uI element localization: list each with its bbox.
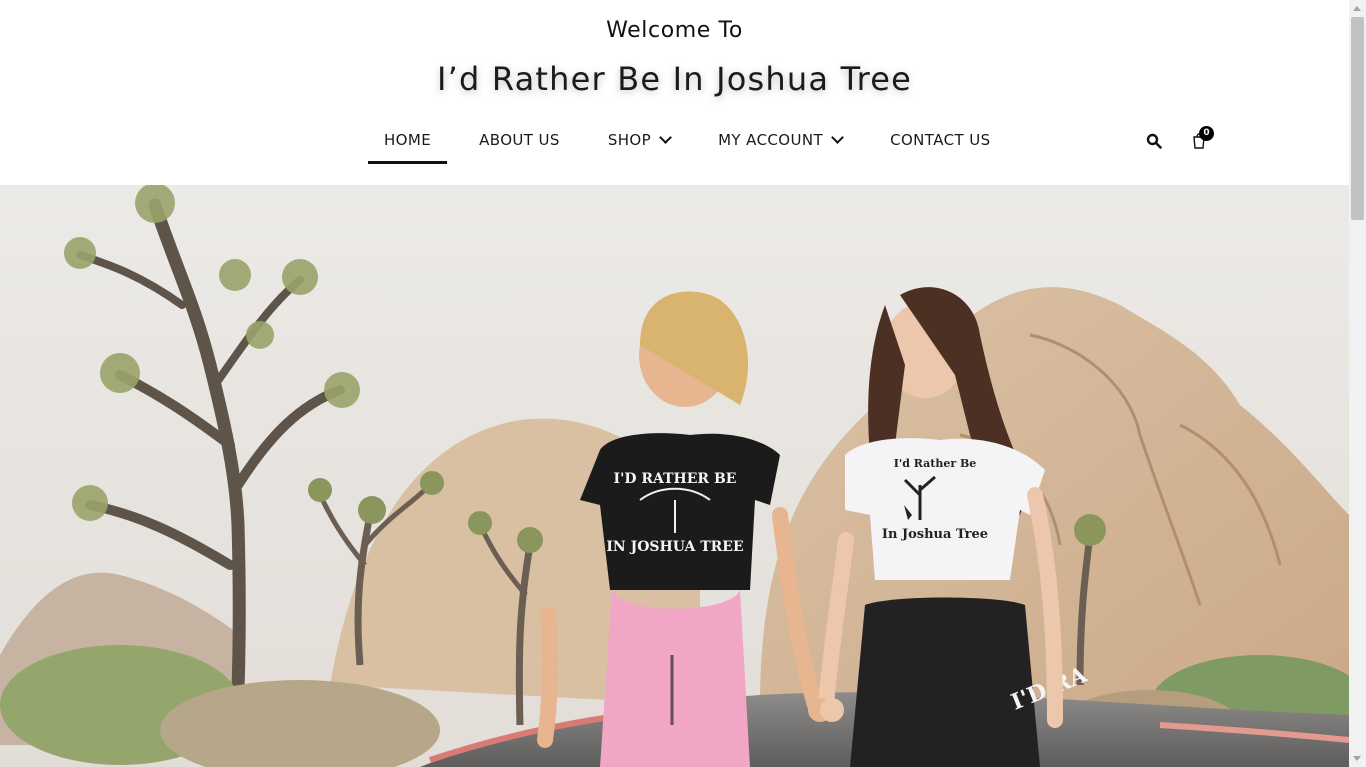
nav-item-contact-us-label: CONTACT US xyxy=(890,131,991,149)
welcome-text: Welcome To xyxy=(606,18,743,43)
nav-item-about-us-label: ABOUT US xyxy=(479,131,560,149)
left-shirt-top-text: I'D RATHER BE xyxy=(614,471,737,487)
left-shirt-bottom-text: IN JOSHUA TREE xyxy=(606,539,743,555)
page: Welcome To I’d Rather Be In Joshua Tree … xyxy=(0,0,1349,767)
nav-item-my-account[interactable]: MY ACCOUNT xyxy=(702,120,858,162)
scroll-down-arrow-icon[interactable] xyxy=(1353,756,1361,761)
chevron-down-icon xyxy=(659,131,672,144)
hero-image: I'D RATHER BE IN JOSHUA TREE I'd Rather … xyxy=(0,185,1349,767)
site-title[interactable]: I’d Rather Be In Joshua Tree xyxy=(0,60,1349,98)
nav-item-shop[interactable]: SHOP xyxy=(592,120,686,162)
right-shirt-bottom-text: In Joshua Tree xyxy=(882,527,988,542)
nav-item-about-us[interactable]: ABOUT US xyxy=(463,120,576,162)
vertical-scrollbar[interactable] xyxy=(1349,0,1366,767)
cart-count-badge: 0 xyxy=(1199,126,1214,141)
nav-item-shop-label: SHOP xyxy=(607,131,652,149)
chevron-down-icon xyxy=(831,131,844,144)
main-nav: HOME ABOUT US SHOP MY ACCOUNT CONTACT US xyxy=(368,120,1007,164)
nav-item-contact-us[interactable]: CONTACT US xyxy=(874,120,1006,162)
right-shirt-top-text: I'd Rather Be xyxy=(894,457,977,470)
nav-item-home-label: HOME xyxy=(384,131,432,149)
scroll-up-arrow-icon[interactable] xyxy=(1353,6,1361,11)
search-icon[interactable] xyxy=(1146,133,1162,149)
site-header: Welcome To I’d Rather Be In Joshua Tree … xyxy=(0,0,1349,185)
nav-item-home[interactable]: HOME xyxy=(368,120,448,164)
cart-button[interactable]: 0 xyxy=(1190,126,1218,154)
nav-item-my-account-label: MY ACCOUNT xyxy=(718,131,824,149)
scrollbar-thumb[interactable] xyxy=(1351,17,1364,220)
